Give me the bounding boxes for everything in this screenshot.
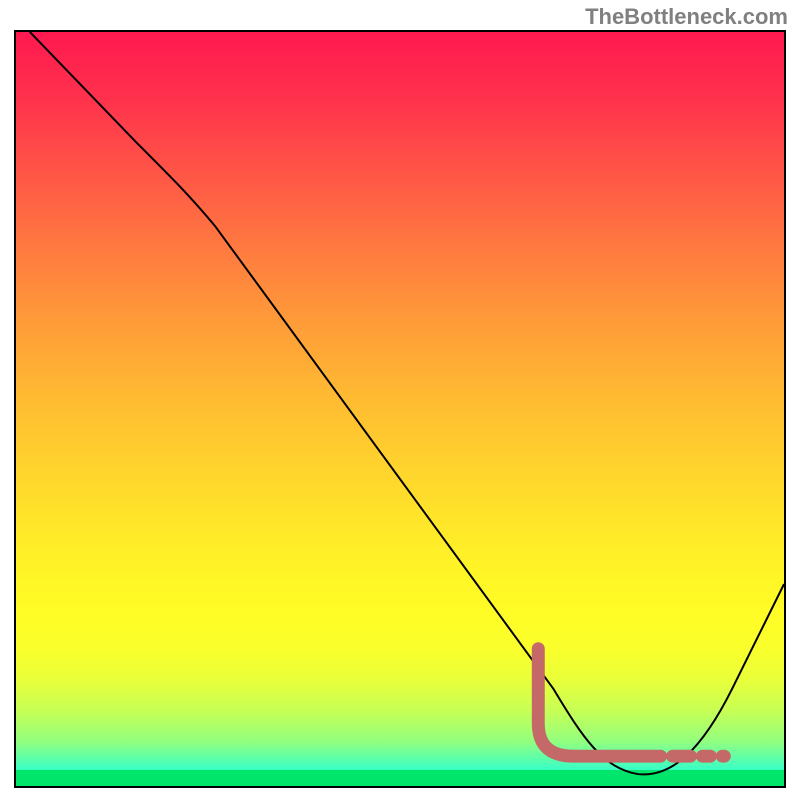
watermark-text: TheBottleneck.com [585,4,788,30]
optimal-brush-stroke [538,649,724,756]
bottleneck-curve-path [30,32,784,774]
chart-plot-area [14,30,786,788]
bottleneck-curve-svg [16,32,784,786]
